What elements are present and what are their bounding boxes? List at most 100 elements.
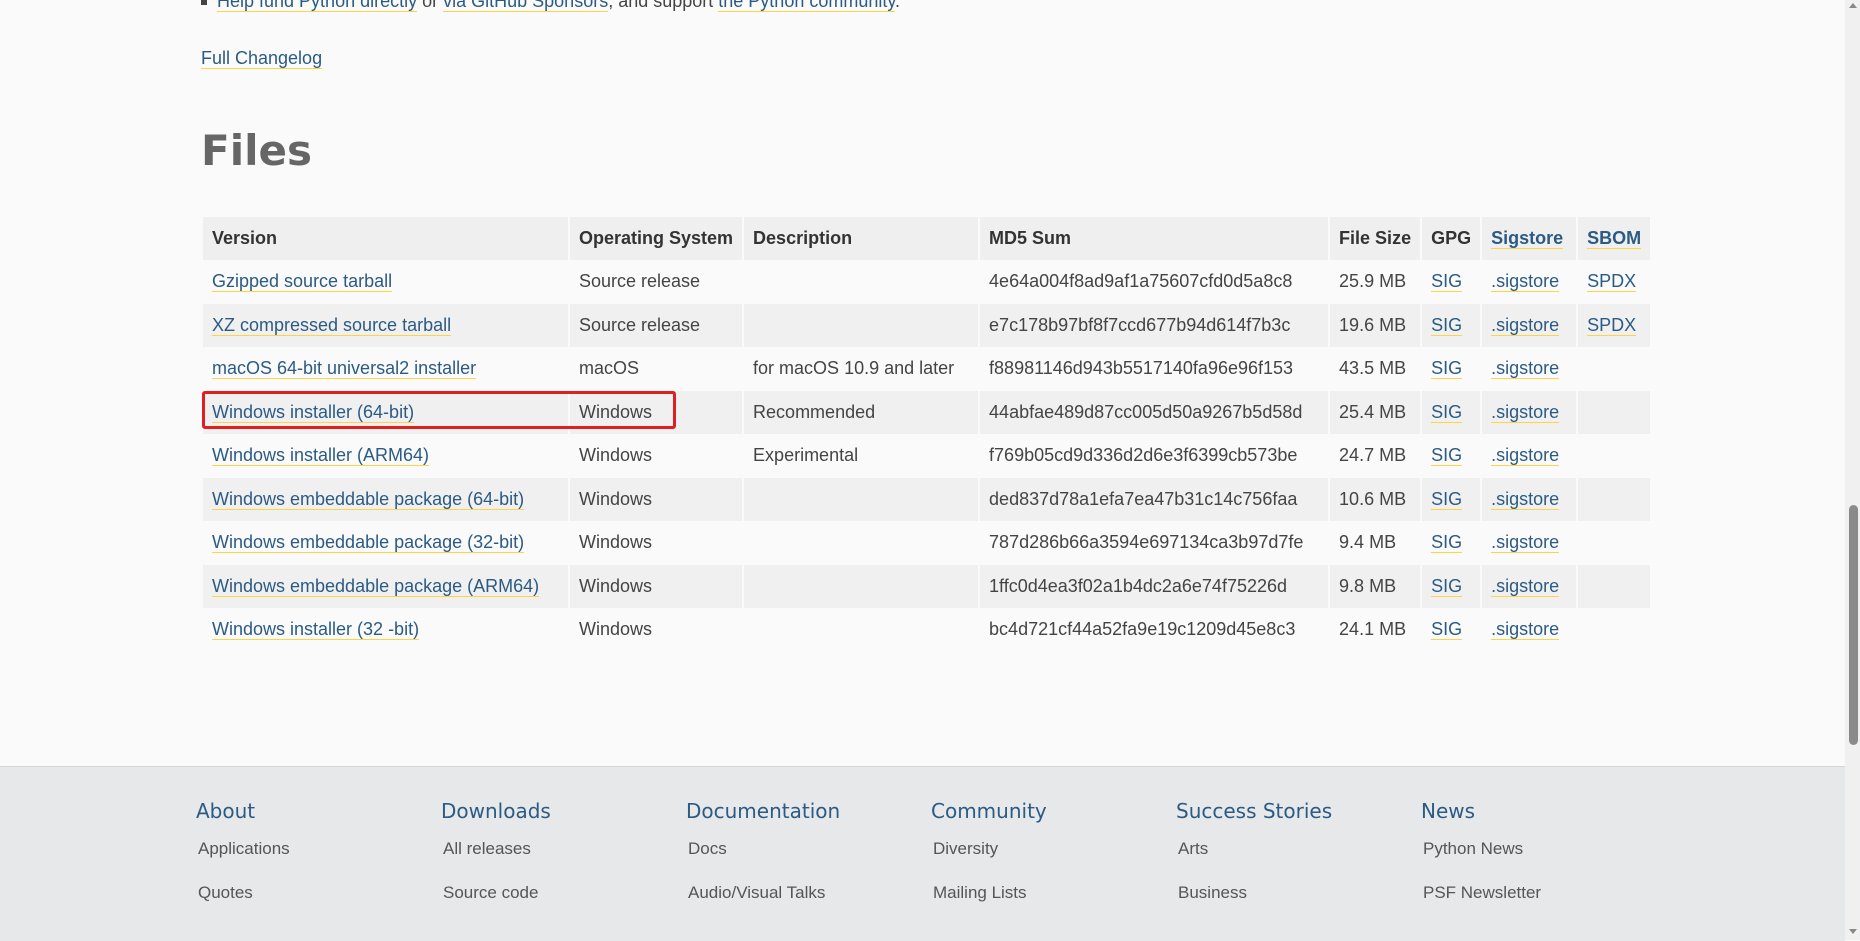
sbom-spdx-link[interactable]: SPDX — [1587, 271, 1637, 293]
footer-heading-downloads[interactable]: Downloads — [441, 799, 551, 823]
footer-link-all-releases[interactable]: All releases — [443, 837, 551, 881]
footer-heading-documentation[interactable]: Documentation — [686, 799, 840, 823]
table-cell-gpg: SIG — [1422, 608, 1481, 652]
gpg-sig-link[interactable]: SIG — [1431, 401, 1463, 423]
footer-link-diversity[interactable]: Diversity — [933, 837, 1047, 881]
file-version-link[interactable]: XZ compressed source tarball — [212, 314, 452, 336]
gpg-sig-link[interactable]: SIG — [1431, 488, 1463, 510]
footer-heading-success-stories[interactable]: Success Stories — [1176, 799, 1332, 823]
table-cell-version: Windows embeddable package (64-bit) — [203, 477, 568, 521]
gpg-sig-link[interactable]: SIG — [1431, 314, 1463, 336]
footer-heading-community[interactable]: Community — [931, 799, 1047, 823]
sigstore-link[interactable]: .sigstore — [1491, 271, 1560, 293]
sigstore-link[interactable]: .sigstore — [1491, 575, 1560, 597]
table-cell-os: macOS — [570, 347, 743, 391]
table-row: Windows installer (64-bit) Windows Recomme… — [203, 390, 1651, 434]
table-row: Windows installer (32 -bit) Windows bc4d72… — [203, 608, 1651, 652]
header-gpg: GPG — [1422, 217, 1481, 260]
scroll-down-arrow-icon[interactable] — [1849, 929, 1857, 934]
table-cell-description: Experimental — [744, 434, 979, 478]
table-header-row: Version Operating System Description MD5… — [203, 217, 1651, 260]
table-cell-size: 43.5 MB — [1330, 347, 1421, 391]
table-cell-version: Windows installer (32 -bit) — [203, 608, 568, 652]
sigstore-link[interactable]: .sigstore — [1491, 532, 1560, 554]
table-cell-os: Windows — [570, 608, 743, 652]
table-cell-sigstore: .sigstore — [1482, 303, 1577, 347]
table-row: Windows embeddable package (ARM64) Window… — [203, 564, 1651, 608]
file-version-link[interactable]: Windows embeddable package (ARM64) — [212, 575, 540, 597]
table-cell-gpg: SIG — [1422, 434, 1481, 478]
file-version-link[interactable]: Windows installer (ARM64) — [212, 445, 430, 467]
file-version-link[interactable]: Windows embeddable package (64-bit) — [212, 488, 525, 510]
table-cell-sbom — [1578, 521, 1651, 565]
table-cell-version: Windows embeddable package (ARM64) — [203, 564, 568, 608]
scroll-up-arrow-icon[interactable] — [1849, 3, 1857, 8]
table-cell-size: 9.8 MB — [1330, 564, 1421, 608]
table-cell-version: macOS 64-bit universal2 installer — [203, 347, 568, 391]
gpg-sig-link[interactable]: SIG — [1431, 532, 1463, 554]
table-row: Windows installer (ARM64) Windows Experime… — [203, 434, 1651, 478]
table-row: Windows embeddable package (32-bit) Windo… — [203, 521, 1651, 565]
sigstore-header-link[interactable]: Sigstore — [1491, 228, 1564, 249]
sigstore-link[interactable]: .sigstore — [1491, 488, 1560, 510]
file-version-link[interactable]: Windows installer (32 -bit) — [212, 619, 420, 641]
table-cell-sbom — [1578, 477, 1651, 521]
header-sbom[interactable]: SBOM — [1578, 217, 1651, 260]
gpg-sig-link[interactable]: SIG — [1431, 619, 1463, 641]
fund-python-link[interactable]: Help fund Python directly — [217, 0, 418, 12]
table-cell-version: Gzipped source tarball — [203, 260, 568, 304]
table-row: Gzipped source tarball Source release 4e64… — [203, 260, 1651, 304]
vertical-scrollbar[interactable] — [1845, 0, 1860, 940]
sigstore-link[interactable]: .sigstore — [1491, 314, 1560, 336]
table-cell-sigstore: .sigstore — [1482, 564, 1577, 608]
table-row: XZ compressed source tarball Source relea… — [203, 303, 1651, 347]
footer-link-source-code[interactable]: Source code — [443, 881, 551, 925]
table-cell-size: 10.6 MB — [1330, 477, 1421, 521]
footer-link-quotes[interactable]: Quotes — [198, 881, 290, 925]
sbom-header-link[interactable]: SBOM — [1587, 228, 1642, 249]
table-cell-size: 25.9 MB — [1330, 260, 1421, 304]
full-changelog-link[interactable]: Full Changelog — [201, 48, 323, 69]
footer-link-docs[interactable]: Docs — [688, 837, 840, 881]
sigstore-link[interactable]: .sigstore — [1491, 445, 1560, 467]
gpg-sig-link[interactable]: SIG — [1431, 271, 1463, 293]
table-cell-description — [744, 303, 979, 347]
table-cell-description — [744, 521, 979, 565]
table-cell-size: 24.7 MB — [1330, 434, 1421, 478]
table-cell-sigstore: .sigstore — [1482, 390, 1577, 434]
footer-link-mailing-lists[interactable]: Mailing Lists — [933, 881, 1047, 925]
footer-link-python-news[interactable]: Python News — [1423, 837, 1541, 881]
changelog: Full Changelog — [201, 48, 323, 69]
python-community-link[interactable]: the Python community — [718, 0, 896, 12]
file-version-link[interactable]: Windows installer (64-bit) — [212, 401, 415, 423]
sigstore-link[interactable]: .sigstore — [1491, 358, 1560, 380]
table-cell-size: 19.6 MB — [1330, 303, 1421, 347]
table-cell-sbom — [1578, 347, 1651, 391]
scrollbar-thumb[interactable] — [1849, 505, 1858, 745]
footer-heading-news[interactable]: News — [1421, 799, 1541, 823]
header-os: Operating System — [570, 217, 743, 260]
sigstore-link[interactable]: .sigstore — [1491, 619, 1560, 641]
footer-link-business[interactable]: Business — [1178, 881, 1332, 925]
table-cell-version: Windows embeddable package (32-bit) — [203, 521, 568, 565]
header-sigstore[interactable]: Sigstore — [1482, 217, 1577, 260]
footer-link-arts[interactable]: Arts — [1178, 837, 1332, 881]
footer-link-psf-newsletter[interactable]: PSF Newsletter — [1423, 881, 1541, 925]
table-cell-gpg: SIG — [1422, 260, 1481, 304]
footer-link-av-talks[interactable]: Audio/Visual Talks — [688, 881, 840, 925]
sbom-spdx-link[interactable]: SPDX — [1587, 314, 1637, 336]
file-version-link[interactable]: macOS 64-bit universal2 installer — [212, 358, 477, 380]
file-version-link[interactable]: Gzipped source tarball — [212, 271, 393, 293]
gpg-sig-link[interactable]: SIG — [1431, 575, 1463, 597]
footer-link-applications[interactable]: Applications — [198, 837, 290, 881]
gpg-sig-link[interactable]: SIG — [1431, 445, 1463, 467]
sigstore-link[interactable]: .sigstore — [1491, 401, 1560, 423]
gpg-sig-link[interactable]: SIG — [1431, 358, 1463, 380]
table-cell-version: Windows installer (ARM64) — [203, 434, 568, 478]
table-cell-description — [744, 260, 979, 304]
table-cell-sigstore: .sigstore — [1482, 521, 1577, 565]
github-sponsors-link[interactable]: via GitHub Sponsors — [443, 0, 609, 12]
file-version-link[interactable]: Windows embeddable package (32-bit) — [212, 532, 525, 554]
footer-heading-about[interactable]: About — [196, 799, 290, 823]
support-text-2: , and support — [608, 0, 719, 11]
